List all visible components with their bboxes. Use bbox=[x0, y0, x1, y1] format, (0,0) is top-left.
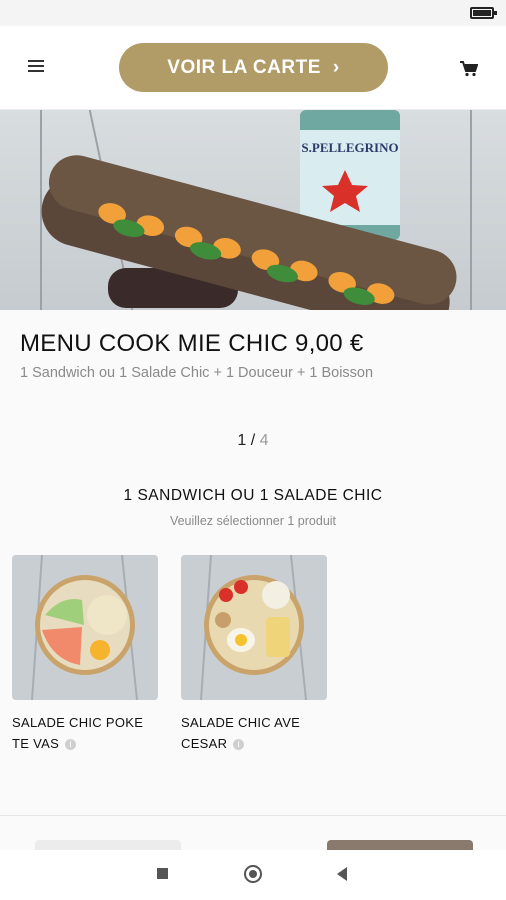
pager-total: 4 bbox=[259, 432, 269, 449]
pager-separator: / bbox=[246, 432, 260, 449]
info-icon[interactable]: i bbox=[233, 739, 245, 751]
poke-bowl-illustration bbox=[12, 555, 158, 700]
bottom-action-bar bbox=[0, 816, 506, 854]
info-icon[interactable]: i bbox=[65, 739, 77, 751]
product-name-text: SALADE CHIC POKE TE VAS bbox=[12, 715, 144, 751]
step-pager: 1 / 4 bbox=[0, 432, 506, 450]
pager-current: 1 bbox=[237, 432, 247, 449]
caesar-bowl-image bbox=[181, 555, 327, 700]
chevron-right-icon: › bbox=[332, 56, 340, 78]
product-title: MENU COOK MIE CHIC 9,00 € bbox=[20, 330, 364, 357]
poke-bowl-image bbox=[12, 555, 158, 700]
voir-la-carte-button[interactable]: VOIR LA CARTE › bbox=[119, 43, 388, 92]
section-title: 1 SANDWICH OU 1 SALADE CHIC bbox=[123, 487, 383, 504]
product-card-poke[interactable]: SALADE CHIC POKE TE VAS i bbox=[12, 555, 158, 754]
product-name: SALADE CHIC POKE TE VAS i bbox=[12, 712, 158, 754]
section-hint: Veuillez sélectionner 1 produit bbox=[169, 514, 337, 528]
product-name: SALADE CHIC AVE CESAR i bbox=[181, 712, 327, 754]
hero-image: S.PELLEGRINO bbox=[0, 110, 506, 310]
hamburger-menu-icon[interactable] bbox=[28, 60, 44, 72]
product-subtitle: 1 Sandwich ou 1 Salade Chic + 1 Douceur … bbox=[20, 365, 374, 381]
system-navigation-bar bbox=[0, 850, 506, 900]
recents-square-icon[interactable] bbox=[157, 868, 168, 879]
battery-icon bbox=[470, 7, 497, 19]
cta-label: VOIR LA CARTE bbox=[167, 56, 321, 78]
bottle-label: S.PELLEGRINO bbox=[301, 140, 398, 155]
shopping-cart-icon[interactable] bbox=[460, 61, 478, 77]
back-triangle-icon[interactable] bbox=[337, 867, 347, 881]
product-card-cesar[interactable]: SALADE CHIC AVE CESAR i bbox=[181, 555, 327, 754]
home-circle-icon[interactable] bbox=[244, 865, 262, 883]
caesar-bowl-illustration bbox=[181, 555, 327, 700]
status-bar bbox=[0, 0, 506, 26]
app-header: VOIR LA CARTE › bbox=[0, 26, 506, 110]
hero-photo-illustration: S.PELLEGRINO bbox=[41, 110, 457, 310]
